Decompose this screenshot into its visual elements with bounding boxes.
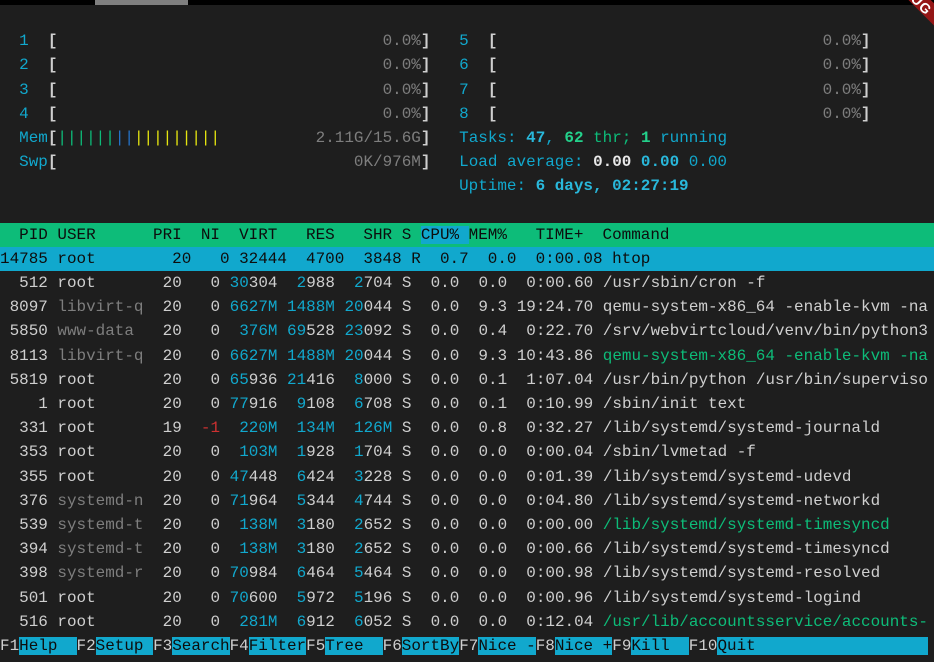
svg-text:DEBUG: DEBUG: [885, 0, 934, 18]
